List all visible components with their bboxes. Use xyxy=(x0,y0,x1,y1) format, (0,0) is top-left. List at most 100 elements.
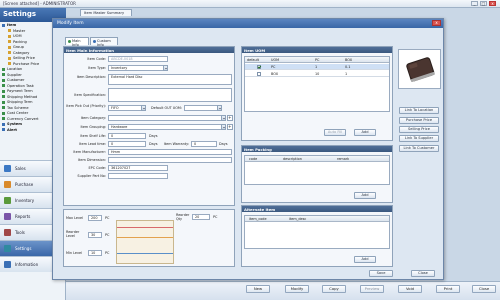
max-level-field[interactable]: 200 xyxy=(88,215,102,221)
lead-time-unit: Days xyxy=(149,142,158,146)
node-icon xyxy=(2,128,5,131)
sidebar-tree-label: Purchase Price xyxy=(13,61,40,66)
maximize-button[interactable]: □ xyxy=(480,1,487,6)
pc-cell: 1 xyxy=(315,65,318,69)
default-uom-checkbox[interactable] xyxy=(257,72,261,76)
uom-cell: BOX xyxy=(271,72,279,76)
auto-fill-button[interactable]: Auto Fill xyxy=(324,129,346,136)
default-uom-checkbox[interactable] xyxy=(257,65,261,69)
folder-icon xyxy=(8,34,11,38)
product-image[interactable] xyxy=(398,49,441,89)
item-category-select[interactable] xyxy=(108,115,226,121)
minimize-button[interactable]: _ xyxy=(471,1,478,6)
item-grouping-select[interactable]: Hardware xyxy=(108,124,226,130)
close-button[interactable]: Close xyxy=(411,270,435,277)
summary-new-button[interactable]: New xyxy=(246,285,270,293)
sidebar-tree-item[interactable]: Alert xyxy=(2,128,39,134)
item-category-dropdown-icon[interactable] xyxy=(221,115,226,121)
sidebar-tree-label: System xyxy=(7,122,22,126)
sales-icon xyxy=(4,165,11,172)
summary-print-button[interactable]: Print xyxy=(436,285,460,293)
item-specification-label: Item Specification: xyxy=(74,93,106,97)
table-row[interactable]: BOX 10 1 xyxy=(245,71,389,77)
reorder-level-field[interactable]: 30 xyxy=(88,232,102,238)
app-close-button[interactable]: x xyxy=(489,1,496,6)
packing-col-code: code xyxy=(249,157,258,161)
summary-modify-button[interactable]: Modify xyxy=(285,285,309,293)
default-uom-dropdown-icon[interactable] xyxy=(217,105,222,111)
item-main-info-panel: Item Main Information Item Code: ABCDE-0… xyxy=(63,46,235,206)
min-level-label: Min Level xyxy=(66,251,83,255)
tab-item-master-summary[interactable]: Item Master Summary xyxy=(80,9,132,16)
dimension-field[interactable] xyxy=(108,157,232,163)
app-title: [Screen attached] - ADMINISTRATOR xyxy=(3,1,76,6)
summary-close-button[interactable]: Close xyxy=(472,285,496,293)
node-icon xyxy=(2,122,5,126)
item-packing-header: Item Packing xyxy=(242,146,392,152)
side-button-purchase-price[interactable]: Purchase Price xyxy=(399,117,439,124)
summary-void-button[interactable]: Void xyxy=(398,285,422,293)
node-icon xyxy=(2,73,5,76)
pick-out-label: Item Pick Out (Priority): xyxy=(66,104,106,108)
alternate-item-table: item_code item_desc xyxy=(244,215,390,249)
summary-copy-button[interactable]: Copy xyxy=(322,285,346,293)
nav-label: Reports xyxy=(15,214,31,219)
box-cell: 1 xyxy=(345,72,348,76)
sidebar-tree-label: Shipping Term xyxy=(7,100,33,104)
uom-col-uom: UOM xyxy=(271,58,280,62)
warranty-unit: Days xyxy=(219,142,228,146)
side-button-link-to-customer[interactable]: Link To Customer xyxy=(399,145,439,152)
item-code-label: Item Code: xyxy=(87,57,106,61)
tab-main-info[interactable]: Main Info xyxy=(65,37,89,47)
item-main-info-header: Item Main Information xyxy=(64,47,234,53)
max-level-unit: PC xyxy=(105,216,110,220)
shelf-life-field[interactable]: 0 xyxy=(108,133,146,139)
alternate-item-header: Alternate Item xyxy=(242,206,392,212)
packing-add-button[interactable]: Add xyxy=(354,192,376,199)
sidebar-tree-label: Payment Term xyxy=(7,89,33,93)
item-code-field[interactable]: ABCDE-0018 xyxy=(108,56,168,62)
item-category-label: Item Category: xyxy=(80,116,106,120)
node-icon xyxy=(2,84,5,87)
information-icon xyxy=(4,261,11,268)
reorder-level-label: Reorder Level xyxy=(66,230,80,238)
item-type-select[interactable]: Inventory xyxy=(108,65,168,71)
uom-col-default: default xyxy=(247,58,259,62)
alternate-col-item-desc: item_desc xyxy=(289,217,307,221)
min-level-field[interactable]: 10 xyxy=(88,250,102,256)
item-description-field[interactable]: External Hard Disc xyxy=(108,74,232,85)
item-grouping-label: Item Grouping: xyxy=(80,125,106,129)
uom-add-button[interactable]: Add xyxy=(354,129,376,136)
epc-code-field[interactable]: 361207027 xyxy=(108,165,168,171)
add-grouping-icon[interactable]: + xyxy=(227,124,233,130)
save-button[interactable]: Save xyxy=(369,270,393,277)
supplier-part-field[interactable] xyxy=(108,173,168,179)
manufacturer-field[interactable]: Hmm xyxy=(108,149,232,155)
node-icon xyxy=(2,106,5,109)
alternate-add-button[interactable]: Add xyxy=(354,256,376,263)
item-specification-field[interactable] xyxy=(108,88,232,102)
side-button-link-to-location[interactable]: Link To Location xyxy=(399,107,439,114)
side-button-selling-price[interactable]: Selling Price xyxy=(399,126,439,133)
nav-label: Tools xyxy=(15,230,25,235)
min-level-line xyxy=(117,253,173,254)
lead-time-field[interactable]: 0 xyxy=(108,141,146,147)
node-icon xyxy=(2,23,5,27)
summary-preview-button[interactable]: Preview xyxy=(360,285,384,293)
default-out-uom-label: Default OUT UOM: xyxy=(151,106,182,110)
nav-label: Purchase xyxy=(15,182,34,187)
item-type-label: Item Type: xyxy=(88,66,106,70)
pick-out-dropdown-icon[interactable] xyxy=(141,105,146,111)
add-category-icon[interactable]: + xyxy=(227,115,233,121)
item-grouping-dropdown-icon[interactable] xyxy=(221,124,226,130)
sidebar-tree-label: Shipping Method xyxy=(7,94,38,99)
nav-label: Settings xyxy=(15,246,32,251)
tab-custom-info[interactable]: Custom Info xyxy=(90,37,118,47)
side-button-link-to-supplier[interactable]: Link To Supplier xyxy=(399,135,439,142)
dialog-close-button[interactable]: x xyxy=(432,20,441,26)
item-type-dropdown-icon[interactable] xyxy=(163,65,168,71)
reorder-qty-field[interactable]: 20 xyxy=(192,214,210,220)
sidebar-tree-label: Selling Price xyxy=(13,56,35,60)
table-row[interactable]: PC 1 0.1 xyxy=(245,64,389,70)
warranty-field[interactable]: 0 xyxy=(191,141,217,147)
